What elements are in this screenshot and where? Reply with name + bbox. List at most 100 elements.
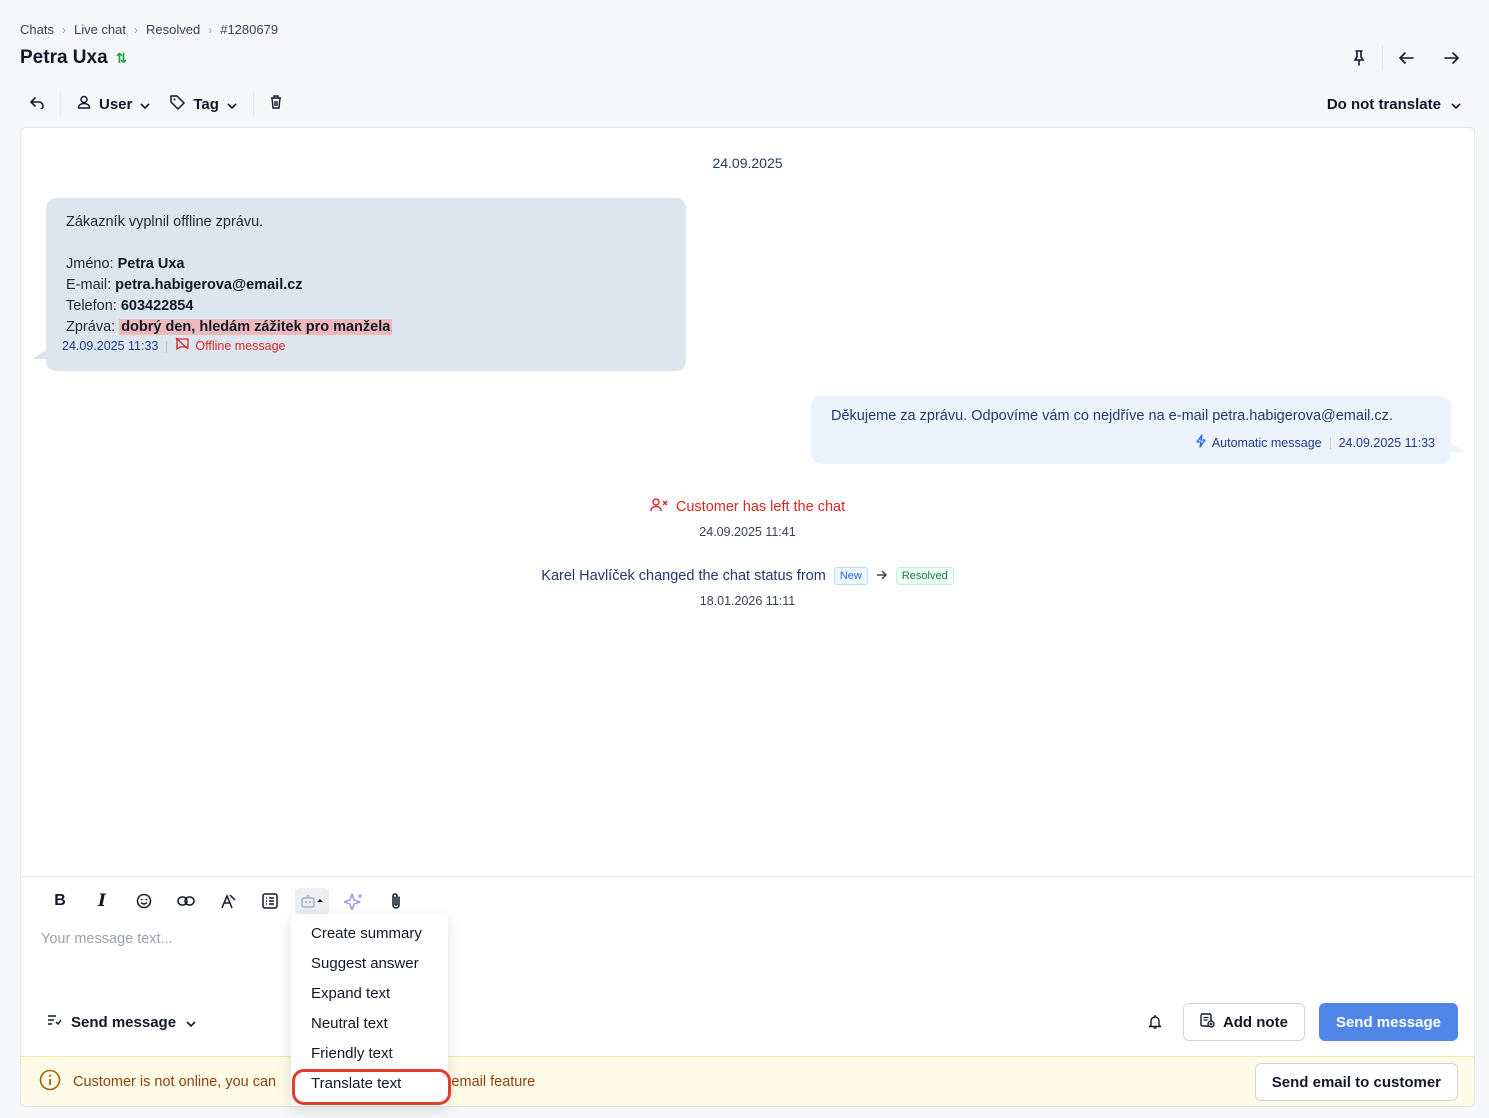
- incoming-message: Zákazník vyplnil offline zprávu. Jméno: …: [32, 198, 686, 371]
- outgoing-text: Děkujeme za zprávu. Odpovíme vám co nejd…: [831, 408, 1393, 424]
- sparkle-icon[interactable]: [333, 888, 375, 914]
- arrow-right-icon: [876, 568, 888, 584]
- customer-left-event: Customer has left the chat: [21, 498, 1474, 516]
- offline-notice-text-start: Customer is not online, you can: [73, 1073, 277, 1090]
- arrow-left-icon[interactable]: [1389, 44, 1423, 72]
- breadcrumb-chats[interactable]: Chats: [20, 22, 54, 37]
- status-change-text: Karel Havlíček changed the chat status f…: [541, 568, 826, 584]
- customer-left-time: 24.09.2025 11:41: [699, 525, 796, 539]
- pin-icon[interactable]: [1342, 44, 1376, 72]
- ai-actions-menu: Create summary Suggest answer Expand tex…: [291, 914, 451, 1106]
- email-value: petra.habigerova@email.cz: [115, 277, 303, 293]
- phone-label: Telefon:: [66, 298, 117, 314]
- chevron-right-icon: ›: [208, 22, 213, 37]
- bubble-tail: [1449, 442, 1465, 452]
- swap-icon: ⇅: [115, 49, 128, 66]
- emoji-icon[interactable]: [123, 888, 165, 914]
- chat-navigation: [1342, 44, 1469, 72]
- message-label: Zpráva:: [66, 319, 116, 335]
- translate-dropdown-label: Do not translate: [1326, 95, 1441, 113]
- message-composer: B I Your message text... Send message Ad…: [21, 876, 1474, 1106]
- send-message-button[interactable]: Send message: [1318, 1003, 1458, 1041]
- menu-item-expand-text[interactable]: Expand text: [291, 978, 448, 1008]
- clear-format-icon[interactable]: [207, 888, 249, 914]
- add-note-label: Add note: [1222, 1013, 1288, 1031]
- message-row: Zpráva: dobrý den, hledám zážitek pro ma…: [66, 317, 666, 338]
- arrow-right-icon[interactable]: [1435, 44, 1469, 72]
- delete-button[interactable]: [260, 90, 292, 118]
- name-label: Jméno:: [66, 256, 114, 272]
- email-row: E-mail: petra.habigerova@email.cz: [66, 275, 666, 296]
- incoming-timestamp: 24.09.2025 11:33: [62, 339, 159, 353]
- automatic-message-label: Automatic message: [1211, 435, 1322, 450]
- bold-icon[interactable]: B: [39, 888, 81, 914]
- translate-dropdown[interactable]: Do not translate: [1327, 90, 1469, 118]
- lightning-icon: [1196, 434, 1206, 451]
- customer-left-text: Customer has left the chat: [675, 499, 846, 515]
- outgoing-meta: Automatic message 24.09.2025 11:33: [1196, 434, 1435, 451]
- offline-message-icon: [175, 336, 190, 357]
- paperclip-icon[interactable]: [375, 888, 417, 914]
- offline-notice: Customer is not online, you can ia email …: [21, 1056, 1474, 1106]
- undo-button[interactable]: [20, 90, 54, 118]
- message-input[interactable]: Your message text...: [41, 931, 173, 947]
- phone-value: 603422854: [120, 298, 194, 314]
- divider: [252, 92, 254, 116]
- ai-bot-icon[interactable]: [295, 888, 329, 914]
- chat-panel: 24.09.2025 Zákazník vyplnil offline zprá…: [20, 127, 1475, 1107]
- divider: [1382, 45, 1383, 71]
- customer-name: Petra Uxa: [20, 47, 108, 68]
- message-intro: Zákazník vyplnil offline zprávu.: [66, 214, 264, 230]
- add-note-button[interactable]: Add note: [1182, 1003, 1305, 1041]
- divider: [1329, 436, 1331, 449]
- breadcrumb-resolved[interactable]: Resolved: [146, 22, 200, 37]
- tag-dropdown[interactable]: Tag: [160, 90, 247, 118]
- incoming-meta: 24.09.2025 11:33 Offline message: [62, 336, 286, 357]
- status-change-time: 18.01.2026 11:11: [699, 594, 796, 608]
- user-dropdown-label: User: [99, 95, 133, 113]
- bubble-tail: [32, 349, 48, 359]
- chevron-right-icon: ›: [134, 22, 139, 37]
- bell-icon[interactable]: [1141, 1008, 1169, 1036]
- menu-item-create-summary[interactable]: Create summary: [291, 918, 448, 948]
- send-mode-icon: [47, 1013, 62, 1031]
- template-icon[interactable]: [249, 888, 291, 914]
- menu-item-translate-text[interactable]: Translate text: [291, 1068, 451, 1105]
- offline-message-badge: Offline message: [175, 336, 286, 357]
- breadcrumb-live-chat[interactable]: Live chat: [74, 22, 126, 37]
- link-icon[interactable]: [165, 888, 207, 914]
- chevron-down-icon: [186, 1014, 196, 1031]
- chat-toolbar: User Tag Do not translate: [20, 90, 1469, 118]
- divider: [166, 340, 168, 353]
- note-icon: [1200, 1012, 1215, 1032]
- user-remove-icon: [650, 498, 668, 516]
- name-row: Jméno: Petra Uxa: [66, 254, 666, 275]
- chat-date-divider: 24.09.2025: [712, 155, 783, 171]
- outgoing-message: Děkujeme za zprávu. Odpovíme vám co nejd…: [811, 396, 1465, 464]
- user-icon: [77, 95, 91, 113]
- italic-icon[interactable]: I: [81, 888, 123, 914]
- automatic-message-badge: Automatic message: [1196, 434, 1322, 451]
- page-title: Petra Uxa ⇅: [20, 47, 127, 69]
- status-badge-new: New: [833, 567, 868, 585]
- menu-item-suggest-answer[interactable]: Suggest answer: [291, 948, 448, 978]
- composer-actions: Add note Send message: [1141, 1003, 1458, 1041]
- user-dropdown[interactable]: User: [67, 90, 160, 118]
- menu-item-neutral-text[interactable]: Neutral text: [291, 1008, 448, 1038]
- format-toolbar: B I: [39, 888, 417, 914]
- send-email-button[interactable]: Send email to customer: [1254, 1063, 1458, 1101]
- breadcrumb: Chats › Live chat › Resolved › #1280679: [20, 22, 278, 37]
- send-mode-dropdown[interactable]: Send message: [47, 1013, 196, 1031]
- chevron-down-icon: [140, 96, 150, 113]
- tag-icon: [170, 94, 186, 114]
- menu-item-friendly-text[interactable]: Friendly text: [291, 1038, 448, 1068]
- chevron-down-icon: [1451, 96, 1461, 113]
- status-change-event: Karel Havlíček changed the chat status f…: [21, 567, 1474, 585]
- name-value: Petra Uxa: [117, 256, 185, 272]
- message-value: dobrý den, hledám zážitek pro manžela: [119, 319, 393, 335]
- phone-row: Telefon: 603422854: [66, 296, 666, 317]
- trash-icon: [270, 95, 282, 113]
- status-badge-resolved: Resolved: [895, 567, 954, 585]
- send-mode-label: Send message: [71, 1013, 177, 1031]
- chevron-right-icon: ›: [61, 22, 66, 37]
